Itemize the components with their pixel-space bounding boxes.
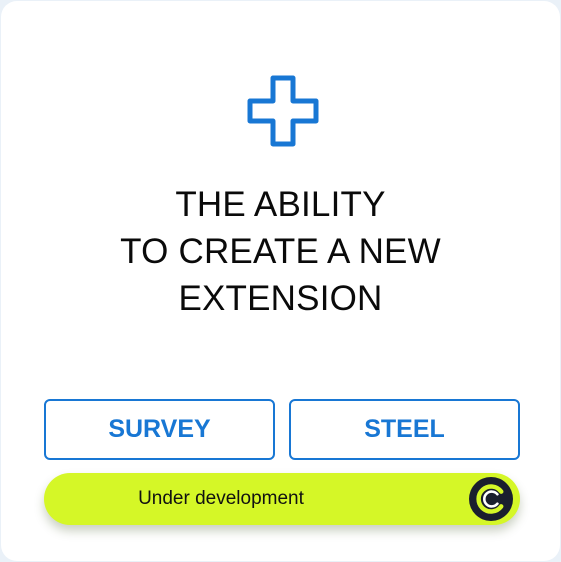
card-title-line-2: TO CREATE A NEW — [120, 232, 441, 271]
card-title-line-3: EXTENSION — [178, 279, 383, 318]
status-bar: Under development — [44, 473, 520, 525]
card-title-line-1: THE ABILITY — [175, 185, 386, 224]
extension-card: THE ABILITY TO CREATE A NEW EXTENSION SU… — [1, 1, 560, 561]
steel-button[interactable]: STEEL — [289, 399, 520, 460]
spinner-logo-icon — [469, 477, 513, 521]
survey-button[interactable]: SURVEY — [44, 399, 275, 460]
status-text: Under development — [138, 488, 304, 509]
card-title: THE ABILITY TO CREATE A NEW EXTENSION — [1, 181, 560, 322]
plus-icon — [247, 75, 319, 147]
